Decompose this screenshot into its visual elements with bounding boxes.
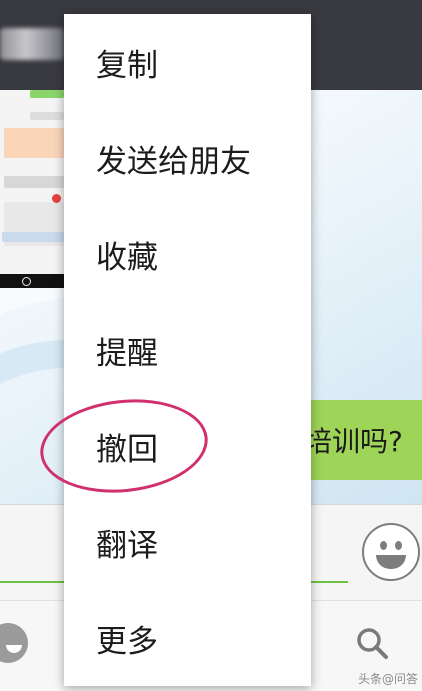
menu-item-favorite[interactable]: 收藏 bbox=[64, 206, 311, 302]
menu-item-copy[interactable]: 复制 bbox=[64, 14, 311, 110]
thumb-bubble bbox=[30, 112, 64, 120]
alert-icon bbox=[52, 194, 61, 203]
message-context-menu: 复制 发送给朋友 收藏 提醒 撤回 翻译 更多 bbox=[64, 14, 311, 686]
eye bbox=[380, 541, 387, 550]
thumb-navbar bbox=[0, 274, 64, 288]
menu-item-remind[interactable]: 提醒 bbox=[64, 302, 311, 398]
home-circle-icon bbox=[22, 277, 31, 286]
mouth bbox=[376, 555, 406, 569]
search-icon[interactable] bbox=[354, 625, 390, 661]
watermark: 头条@问答 bbox=[357, 672, 418, 686]
thumb-bubble bbox=[4, 176, 64, 188]
message-text: 培训吗? bbox=[304, 425, 403, 458]
menu-item-translate[interactable]: 翻译 bbox=[64, 494, 311, 590]
image-message-thumbnail[interactable] bbox=[0, 90, 64, 288]
outgoing-message-bubble[interactable]: 培训吗? bbox=[296, 400, 422, 480]
blurred-contact-name bbox=[0, 28, 64, 60]
thumb-bubble bbox=[30, 90, 64, 98]
thumb-bubble bbox=[4, 128, 64, 158]
menu-item-more[interactable]: 更多 bbox=[64, 590, 311, 686]
eye bbox=[395, 541, 402, 550]
wink-emoji-icon[interactable] bbox=[0, 623, 28, 663]
smiley-icon[interactable] bbox=[362, 523, 420, 581]
thumb-button bbox=[2, 232, 64, 242]
menu-item-send-to-friend[interactable]: 发送给朋友 bbox=[64, 110, 311, 206]
